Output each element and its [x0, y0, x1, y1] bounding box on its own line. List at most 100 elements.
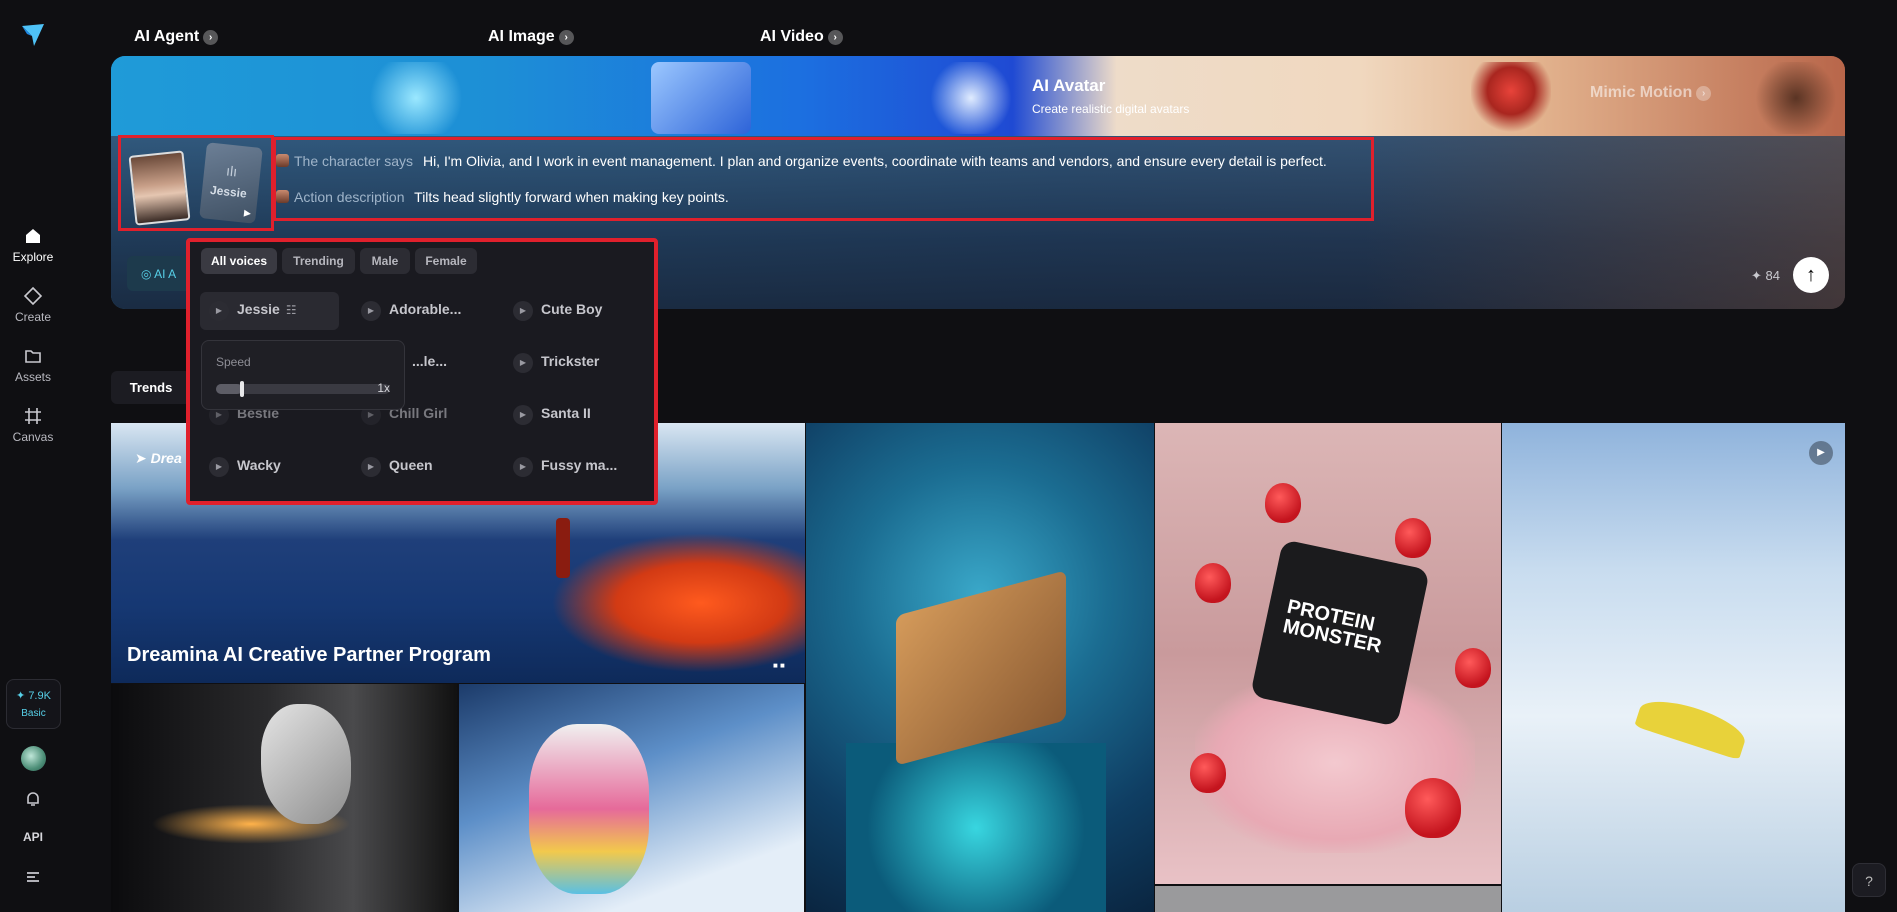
voice-option[interactable]: ▶ Jessie ☷: [209, 301, 297, 321]
speed-popover: Speed 1x: [201, 340, 405, 410]
play-icon[interactable]: ▶: [513, 457, 533, 477]
dreamina-logo-icon[interactable]: [20, 22, 46, 48]
prompt-highlight: [273, 137, 1374, 221]
credit-cost-value: 84: [1765, 268, 1780, 283]
sidebar-item-canvas[interactable]: Canvas: [0, 406, 66, 444]
tab-label: AI Image: [488, 28, 555, 45]
hero-title[interactable]: Dreamina AI Creative Partner Program: [127, 644, 491, 667]
settings-sliders-icon[interactable]: ☷: [286, 303, 297, 317]
sidebar: Explore Create Assets Canvas ✦ 7.9K Basi…: [0, 0, 66, 912]
paraglider: [1634, 691, 1750, 761]
hero-figure: [556, 518, 570, 578]
credit-cost: ✦ 84: [1751, 268, 1780, 284]
voice-option[interactable]: ...le...: [412, 353, 447, 369]
speed-slider[interactable]: [216, 381, 390, 397]
hero-brand: ➤ Drea: [135, 450, 182, 467]
voice-name: Wacky: [237, 457, 281, 473]
plan-label: Basic: [21, 708, 46, 719]
voice-option[interactable]: ▶ Santa II: [513, 405, 591, 425]
action-description-label: Action description: [294, 189, 405, 205]
character-says-label: The character says: [294, 153, 414, 169]
strawberry: [1265, 483, 1301, 523]
play-icon[interactable]: ▶: [513, 301, 533, 321]
voice-option[interactable]: ▶ Adorable...: [361, 301, 461, 321]
strawberry: [1455, 648, 1491, 688]
credits-badge[interactable]: ✦ 7.9K Basic: [6, 679, 61, 729]
play-icon[interactable]: ▶: [243, 208, 252, 220]
sidebar-item-label: Explore: [12, 250, 54, 264]
play-icon[interactable]: ▶: [361, 301, 381, 321]
feed-image-polar-bear[interactable]: [459, 684, 804, 912]
send-button[interactable]: ↑: [1793, 257, 1829, 293]
speed-value: 1x: [377, 381, 390, 395]
play-icon[interactable]: ▶: [361, 457, 381, 477]
polar-bear: [529, 724, 649, 894]
feed-image-statue[interactable]: [111, 684, 457, 912]
tab-ai-agent[interactable]: AI Agent ›: [134, 28, 219, 46]
voice-name: Adorable...: [389, 301, 462, 317]
strawberry: [1405, 778, 1461, 838]
sidebar-item-assets[interactable]: Assets: [0, 346, 66, 384]
character-says-line[interactable]: The character says Hi, I'm Olivia, and I…: [276, 153, 1327, 169]
feed-image-protein[interactable]: PROTEIN MONSTER: [1155, 423, 1501, 884]
play-icon[interactable]: ▶: [209, 457, 229, 477]
menu-icon[interactable]: [23, 867, 43, 887]
api-link[interactable]: API: [0, 830, 66, 844]
play-icon[interactable]: ▶: [513, 353, 533, 373]
tab-ai-video[interactable]: AI Video ›: [760, 28, 843, 46]
filter-male[interactable]: Male: [360, 248, 410, 274]
audio-wave-icon: ılı: [225, 162, 238, 180]
user-avatar[interactable]: [21, 746, 46, 771]
chevron-right-icon: ›: [558, 30, 574, 45]
voice-card[interactable]: ılı Jessie ▶: [199, 142, 263, 224]
ai-avatar-plane-preview: [926, 62, 1016, 134]
strawberry: [1395, 518, 1431, 558]
sidebar-item-label: Create: [14, 310, 52, 324]
mimic-motion-preview: [1751, 62, 1841, 134]
sparkle-icon: ✦: [16, 690, 29, 702]
sidebar-item-create[interactable]: Create: [0, 286, 66, 324]
tab-ai-image[interactable]: AI Image ›: [488, 28, 574, 46]
feed-image-partial[interactable]: [1155, 886, 1501, 912]
sidebar-item-label: Canvas: [12, 430, 54, 444]
filter-all-voices[interactable]: All voices: [201, 248, 277, 274]
sparkle-icon: ✦: [1751, 268, 1766, 283]
ruins-block: [896, 570, 1066, 766]
strawberry: [1195, 563, 1231, 603]
character-image[interactable]: [128, 150, 191, 226]
feed-image-underwater-ruins[interactable]: [806, 423, 1154, 912]
voice-name: Fussy ma...: [541, 457, 618, 473]
ai-avatar-girl-preview: [1471, 62, 1551, 134]
tab-mimic-motion[interactable]: Mimic Motion ›: [1590, 84, 1712, 102]
voice-option[interactable]: ▶ Cute Boy: [513, 301, 602, 321]
voice-option[interactable]: ▶ Fussy ma...: [513, 457, 617, 477]
help-icon: ?: [1865, 873, 1873, 889]
feed-image-paraglider[interactable]: ▶: [1502, 423, 1845, 912]
carousel-dots[interactable]: ■ ■: [773, 661, 785, 670]
diamond-icon: [23, 286, 43, 306]
sidebar-item-explore[interactable]: Explore: [0, 226, 66, 264]
action-description-line[interactable]: Action description Tilts head slightly f…: [276, 189, 729, 205]
tab-ai-avatar[interactable]: AI Avatar: [1032, 76, 1105, 96]
ai-agent-chip[interactable]: ◎ AI A: [127, 256, 193, 291]
tab-label: AI Avatar: [1032, 76, 1106, 95]
dreamina-logo-icon: ➤: [135, 450, 151, 466]
filter-female[interactable]: Female: [415, 248, 477, 274]
chevron-right-icon: ›: [827, 30, 843, 45]
play-icon[interactable]: ▶: [513, 405, 533, 425]
voice-option[interactable]: ▶ Queen: [361, 457, 433, 477]
voice-option[interactable]: ▶ Trickster: [513, 353, 599, 373]
filter-trending[interactable]: Trending: [282, 248, 355, 274]
canvas-icon: [25, 408, 41, 424]
credits-value: 7.9K: [28, 690, 51, 702]
help-button[interactable]: ?: [1852, 863, 1886, 897]
play-icon[interactable]: ▶: [209, 301, 229, 321]
speed-slider-handle[interactable]: [240, 381, 245, 397]
action-description-text: Tilts head slightly forward when making …: [414, 189, 729, 205]
play-icon[interactable]: ▶: [1809, 441, 1833, 465]
voice-name: ...le...: [412, 353, 448, 369]
voice-option[interactable]: ▶ Wacky: [209, 457, 281, 477]
voice-name: Cute Boy: [541, 301, 603, 317]
bell-icon[interactable]: [23, 789, 43, 809]
tab-trends[interactable]: Trends: [111, 371, 191, 404]
